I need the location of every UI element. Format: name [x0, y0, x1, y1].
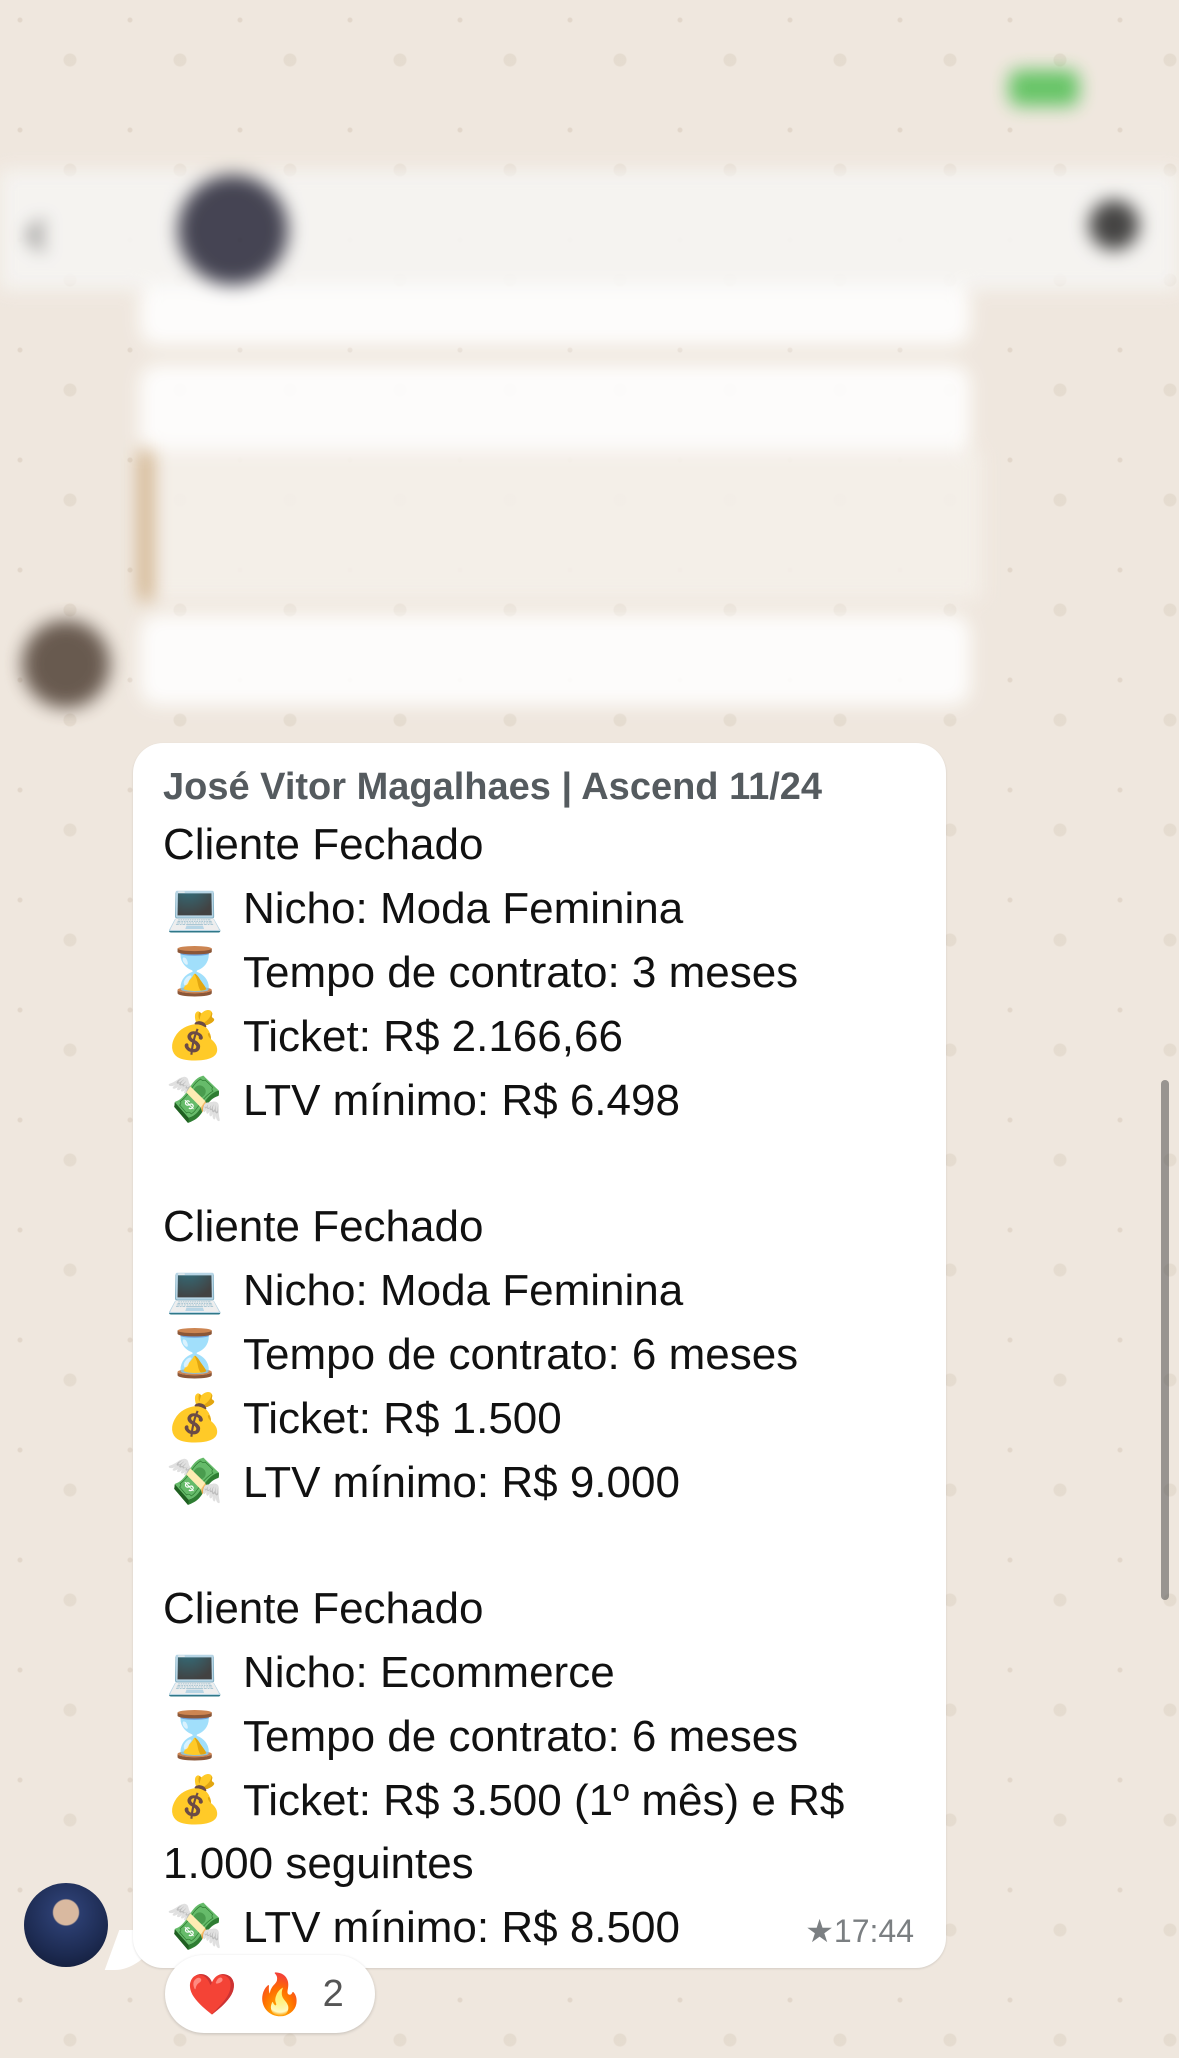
line-text: Tempo de contrato: 6 meses — [243, 1712, 799, 1761]
line-emoji-icon: 💸 — [166, 1900, 224, 1952]
line-text: 1.000 seguintes — [163, 1839, 474, 1888]
message-line: 💰 Ticket: R$ 3.500 (1º mês) e R$ — [163, 1768, 916, 1832]
blurred-top-area: ‹ — [0, 0, 1179, 720]
message-line: 💸 LTV mínimo: R$ 8.500 — [163, 1895, 916, 1959]
message-line: 1.000 seguintes — [163, 1832, 916, 1895]
message-line: ⌛ Tempo de contrato: 3 meses — [163, 940, 916, 1004]
line-emoji-icon: 💰 — [166, 1773, 224, 1825]
fire-reaction-icon: 🔥 — [254, 1972, 305, 2017]
sender-avatar[interactable] — [24, 1883, 108, 1967]
chat-header: ‹ — [0, 170, 1179, 290]
message-bubble[interactable]: José Vitor Magalhaes | Ascend 11/24 Clie… — [133, 743, 946, 1968]
more-icon[interactable] — [1089, 200, 1139, 250]
line-text: Tempo de contrato: 6 meses — [243, 1330, 799, 1379]
battery-icon — [1009, 70, 1079, 107]
line-text: Cliente Fechado — [163, 820, 484, 869]
message-line: 💸 LTV mínimo: R$ 9.000 — [163, 1450, 916, 1514]
scrollbar[interactable] — [1161, 1080, 1169, 1600]
message-body: Cliente Fechado 💻 Nicho: Moda Feminina ⌛ Tem… — [163, 813, 916, 1959]
blurred-quote — [140, 450, 982, 600]
sender-name[interactable]: José Vitor Magalhaes | Ascend 11/24 — [163, 761, 916, 813]
group-avatar[interactable] — [178, 175, 288, 285]
status-icons — [1009, 65, 1079, 107]
line-emoji-icon: ⌛ — [166, 1709, 224, 1761]
line-text: LTV mínimo: R$ 8.500 — [243, 1903, 680, 1952]
line-emoji-icon: 💰 — [166, 1009, 224, 1061]
reaction-count: 2 — [322, 1972, 344, 2015]
message-line: 💻 Nicho: Moda Feminina — [163, 876, 916, 940]
line-text: Nicho: Ecommerce — [243, 1648, 615, 1697]
line-text: Ticket: R$ 2.166,66 — [243, 1012, 623, 1061]
line-emoji-icon: 💻 — [166, 1645, 224, 1697]
blurred-message — [140, 615, 970, 705]
line-emoji-icon: 💰 — [166, 1391, 224, 1443]
line-text: Cliente Fechado — [163, 1202, 484, 1251]
line-text: Ticket: R$ 3.500 (1º mês) e R$ — [243, 1776, 845, 1825]
line-text: Tempo de contrato: 3 meses — [243, 948, 799, 997]
status-bar — [0, 55, 1179, 115]
message-line: ⌛ Tempo de contrato: 6 meses — [163, 1704, 916, 1768]
line-emoji-icon: 💸 — [166, 1455, 224, 1507]
message-line: 💻 Nicho: Ecommerce — [163, 1640, 916, 1704]
line-emoji-icon: 💻 — [166, 1263, 224, 1315]
line-text: LTV mínimo: R$ 9.000 — [243, 1458, 680, 1507]
line-emoji-icon: ⌛ — [166, 1327, 224, 1379]
heart-reaction-icon: ❤️ — [187, 1972, 237, 2017]
line-text: Nicho: Moda Feminina — [243, 884, 684, 933]
back-icon[interactable]: ‹ — [25, 190, 48, 270]
line-text: Cliente Fechado — [163, 1584, 484, 1633]
blurred-avatar — [22, 620, 110, 708]
blurred-message — [140, 285, 970, 345]
line-text: LTV mínimo: R$ 6.498 — [243, 1076, 680, 1125]
message-line: 💸 LTV mínimo: R$ 6.498 — [163, 1068, 916, 1132]
line-emoji-icon: ⌛ — [166, 945, 224, 997]
blurred-message — [140, 365, 970, 455]
line-text: Ticket: R$ 1.500 — [243, 1394, 562, 1443]
status-time — [145, 63, 157, 113]
message-timestamp: ★17:44 — [805, 1913, 914, 1949]
line-emoji-icon: 💸 — [166, 1073, 224, 1125]
message-line: Cliente Fechado — [163, 813, 916, 876]
message-line: Cliente Fechado — [163, 1195, 916, 1258]
message-line: 💻 Nicho: Moda Feminina — [163, 1258, 916, 1322]
message-line: Cliente Fechado — [163, 1577, 916, 1640]
line-text: Nicho: Moda Feminina — [243, 1266, 684, 1315]
reactions-pill[interactable]: ❤️ 🔥 2 — [165, 1955, 375, 2033]
message-line: ⌛ Tempo de contrato: 6 meses — [163, 1322, 916, 1386]
line-emoji-icon: 💻 — [166, 881, 224, 933]
message-line: 💰 Ticket: R$ 2.166,66 — [163, 1004, 916, 1068]
message-line: 💰 Ticket: R$ 1.500 — [163, 1386, 916, 1450]
